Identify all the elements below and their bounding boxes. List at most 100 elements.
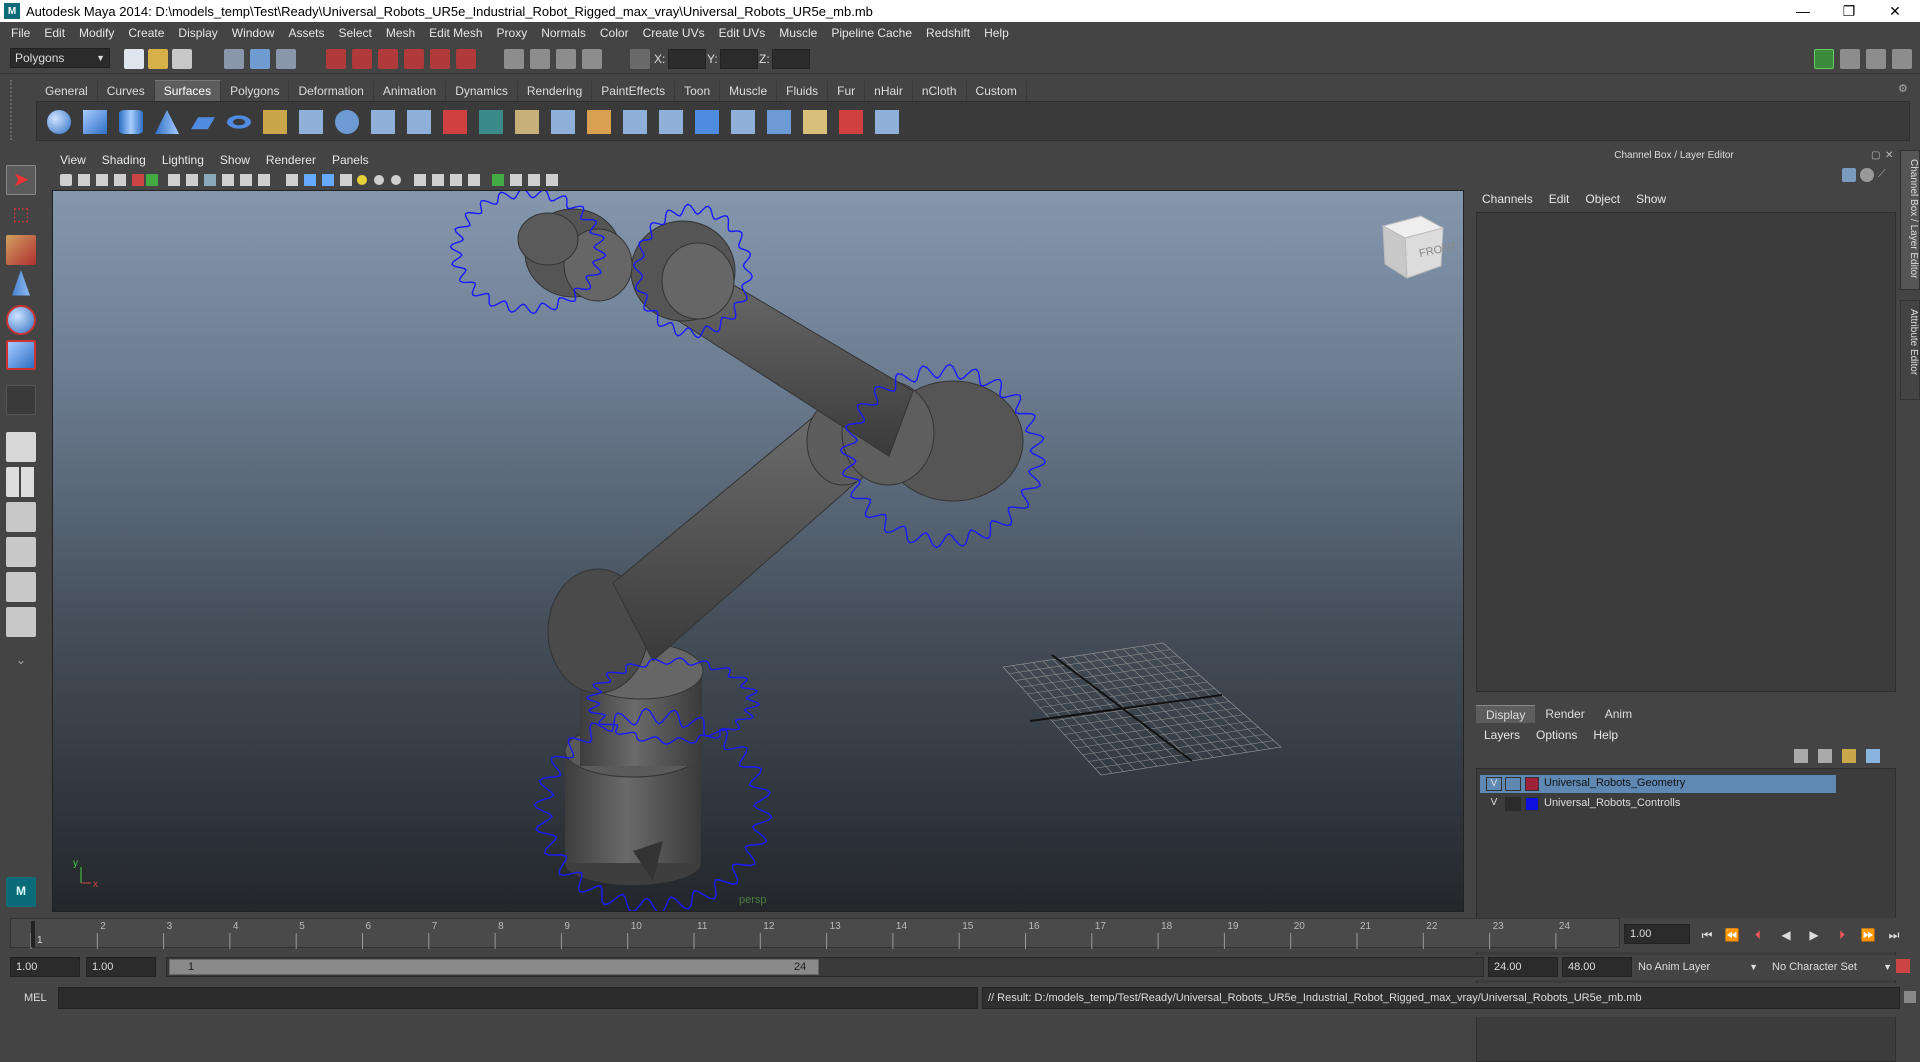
square-surface-icon[interactable] — [479, 110, 503, 134]
new-scene-icon[interactable] — [124, 49, 144, 69]
layer-visibility-toggle[interactable]: V — [1486, 777, 1502, 791]
hyper-icon[interactable]: ⟋ — [1878, 168, 1892, 182]
nurbs-cone-icon[interactable] — [155, 110, 179, 134]
channel-edit-menu[interactable]: Edit — [1541, 192, 1578, 206]
layer-row-controls[interactable]: V Universal_Robots_Controlls — [1480, 795, 1836, 813]
float-panel-icon[interactable]: ▢ — [1871, 150, 1883, 162]
move-layer-up-icon[interactable] — [1794, 749, 1808, 763]
new-layer-selected-icon[interactable] — [1866, 749, 1880, 763]
viewport-menu-renderer[interactable]: Renderer — [258, 153, 324, 167]
untrim-icon[interactable] — [659, 110, 683, 134]
shelf-tab-fur[interactable]: Fur — [828, 81, 866, 101]
current-time-marker[interactable] — [31, 921, 35, 947]
range-slider-handle[interactable]: 1 24 — [169, 959, 819, 975]
step-back-key-icon[interactable]: ⏪ — [1722, 926, 1742, 944]
single-perspective-layout-icon[interactable] — [6, 432, 36, 462]
playback-start-field[interactable]: 1.00 — [86, 957, 156, 977]
shelf-tab-dynamics[interactable]: Dynamics — [446, 81, 518, 101]
current-time-field[interactable]: 1.00 — [1624, 924, 1690, 944]
render-settings-icon[interactable] — [582, 49, 602, 69]
layer-tab-display[interactable]: Display — [1476, 705, 1536, 723]
menu-mesh[interactable]: Mesh — [379, 26, 422, 40]
menu-pipeline-cache[interactable]: Pipeline Cache — [824, 26, 919, 40]
loft-icon[interactable] — [299, 110, 323, 134]
four-view-layout-icon[interactable] — [6, 467, 36, 497]
select-object-icon[interactable] — [250, 49, 270, 69]
rotate-tool-icon[interactable] — [6, 305, 36, 335]
shelf-tab-custom[interactable]: Custom — [966, 81, 1027, 101]
minimize-button[interactable]: — — [1780, 0, 1826, 22]
move-tool-icon[interactable] — [12, 270, 30, 296]
menu-proxy[interactable]: Proxy — [490, 26, 535, 40]
nurbs-torus-icon[interactable] — [227, 115, 251, 129]
layer-name[interactable]: Universal_Robots_Geometry — [1544, 777, 1685, 789]
layer-display-type-toggle[interactable] — [1505, 777, 1521, 791]
offset-icon[interactable] — [839, 110, 863, 134]
z-input[interactable] — [772, 49, 810, 69]
select-hierarchy-icon[interactable] — [224, 49, 244, 69]
render-view-icon[interactable] — [504, 49, 524, 69]
anim-layer-selector[interactable]: No Anim Layer ▼ — [1638, 957, 1758, 977]
time-slider-track[interactable]: 2 3 4 5 6 7 8 9 10 11 12 13 14 15 16 17 18 19 20 21 22 23 24 1 — [10, 918, 1620, 949]
script-editor-icon[interactable] — [1904, 991, 1916, 1003]
channel-show-menu[interactable]: Show — [1628, 192, 1674, 206]
character-set-selector[interactable]: No Character Set ▼ — [1772, 957, 1892, 977]
boundary-icon[interactable] — [443, 110, 467, 134]
playback-end-field[interactable]: 24.00 — [1488, 957, 1558, 977]
show-channel-box-icon[interactable] — [1814, 49, 1834, 69]
scale-tool-icon[interactable] — [6, 340, 36, 370]
channels-menu[interactable]: Channels — [1474, 192, 1541, 206]
time-slider[interactable]: 2 3 4 5 6 7 8 9 10 11 12 13 14 15 16 17 18 19 20 21 22 23 24 1… — [0, 918, 1920, 952]
save-scene-icon[interactable] — [172, 49, 192, 69]
shelf-tab-general[interactable]: General — [36, 81, 98, 101]
menu-assets[interactable]: Assets — [281, 26, 331, 40]
paint-select-tool-icon[interactable] — [6, 235, 36, 265]
viewport-menu-panels[interactable]: Panels — [324, 153, 377, 167]
nurbs-sphere-icon[interactable] — [47, 110, 71, 134]
close-button[interactable]: ✕ — [1872, 0, 1918, 22]
mode-selector[interactable]: Polygons ▼ — [10, 48, 110, 68]
x-input[interactable] — [668, 49, 706, 69]
channel-box-list[interactable] — [1476, 212, 1896, 692]
nurbs-cube-icon[interactable] — [83, 110, 107, 134]
magnet-icon[interactable] — [456, 49, 476, 69]
dopesheet-layout-icon[interactable] — [6, 607, 36, 637]
shelf-tab-nhair[interactable]: nHair — [865, 81, 913, 101]
stitch-icon[interactable] — [875, 110, 899, 134]
trim-tool-icon[interactable] — [623, 110, 647, 134]
snap-plane-icon[interactable] — [404, 49, 424, 69]
render-frame-icon[interactable] — [530, 49, 550, 69]
show-attribute-editor-icon[interactable] — [1840, 49, 1860, 69]
side-tab-attribute-editor[interactable]: Attribute Editor — [1900, 300, 1920, 400]
menu-create[interactable]: Create — [121, 26, 171, 40]
shelf-handle[interactable] — [10, 80, 30, 140]
last-tool-icon[interactable] — [6, 385, 36, 415]
viewport-menu-shading[interactable]: Shading — [94, 153, 154, 167]
menu-muscle[interactable]: Muscle — [772, 26, 824, 40]
shelf-tab-muscle[interactable]: Muscle — [720, 81, 778, 101]
menu-color[interactable]: Color — [593, 26, 636, 40]
menu-edit[interactable]: Edit — [37, 26, 72, 40]
end-time-field[interactable]: 48.00 — [1562, 957, 1632, 977]
snap-grid-icon[interactable] — [326, 49, 346, 69]
menu-window[interactable]: Window — [225, 26, 282, 40]
ipr-render-icon[interactable] — [556, 49, 576, 69]
perspective-viewport[interactable]: FRONT y x persp — [52, 190, 1464, 912]
layer-color-swatch[interactable] — [1525, 797, 1539, 811]
layer-color-swatch[interactable] — [1525, 777, 1539, 791]
graph-editor-layout-icon[interactable] — [6, 537, 36, 567]
play-forward-icon[interactable]: ▶ — [1804, 926, 1824, 944]
shelf-tab-painteffects[interactable]: PaintEffects — [592, 81, 676, 101]
menu-display[interactable]: Display — [171, 26, 224, 40]
outliner-persp-layout-icon[interactable] — [6, 502, 36, 532]
layer-display-type-toggle[interactable] — [1505, 797, 1521, 811]
speed-icon[interactable] — [1860, 168, 1874, 182]
options-menu[interactable]: Options — [1528, 728, 1585, 742]
shelf-options-icon[interactable]: ⚙ — [1898, 82, 1908, 95]
go-to-end-icon[interactable]: ⏭ — [1884, 926, 1904, 944]
shelf-tab-fluids[interactable]: Fluids — [777, 81, 829, 101]
step-forward-frame-icon[interactable]: ⏵ — [1832, 926, 1852, 944]
layer-tab-anim[interactable]: Anim — [1595, 705, 1642, 723]
side-tab-channel-box[interactable]: Channel Box / Layer Editor — [1900, 150, 1920, 290]
detach-surfaces-icon[interactable] — [731, 110, 755, 134]
